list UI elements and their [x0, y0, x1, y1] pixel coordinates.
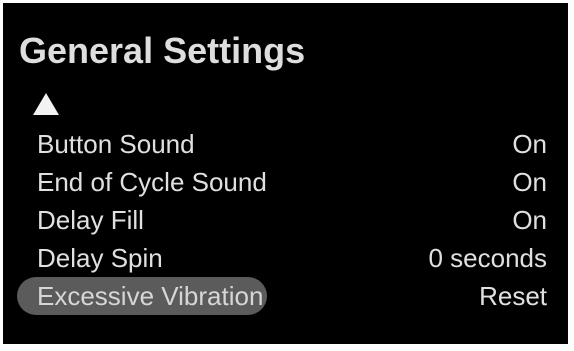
menu-item-excessive-vibration[interactable]: Excessive Vibration Reset — [17, 277, 547, 315]
page-title: General Settings — [19, 30, 306, 71]
settings-menu: Button Sound On End of Cycle Sound On De… — [17, 125, 547, 315]
menu-item-label: End of Cycle Sound — [37, 167, 267, 197]
scroll-up-icon[interactable] — [33, 93, 59, 115]
settings-screen: General Settings Button Sound On End of … — [3, 3, 568, 344]
menu-item-value: On — [512, 205, 547, 235]
menu-item-label: Delay Fill — [37, 205, 144, 235]
menu-item-delay-fill[interactable]: Delay Fill On — [17, 201, 547, 239]
menu-item-button-sound[interactable]: Button Sound On — [17, 125, 547, 163]
menu-item-value: 0 seconds — [428, 243, 547, 273]
menu-item-value: On — [512, 167, 547, 197]
menu-item-end-of-cycle-sound[interactable]: End of Cycle Sound On — [17, 163, 547, 201]
menu-item-delay-spin[interactable]: Delay Spin 0 seconds — [17, 239, 547, 277]
menu-item-label-highlighted: Excessive Vibration — [17, 277, 268, 315]
menu-item-value: On — [512, 129, 547, 159]
menu-item-value: Reset — [479, 281, 547, 311]
menu-item-label: Button Sound — [37, 129, 195, 159]
menu-item-label: Delay Spin — [37, 243, 163, 273]
